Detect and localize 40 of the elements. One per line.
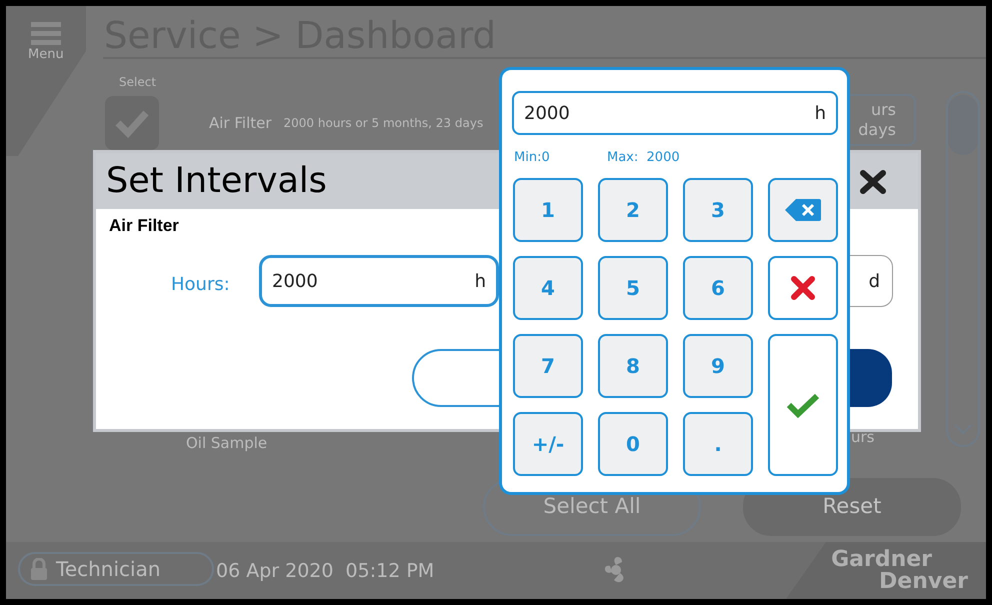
menu-label: Menu [28,48,64,61]
select-checkbox[interactable] [105,96,159,150]
row-interval: 2000 hours or 5 months, 23 days [284,115,484,132]
key[interactable]: 5 [598,256,668,320]
key[interactable]: . [683,412,753,476]
clear-key[interactable] [768,256,838,320]
checkmark-icon [114,108,150,138]
brand-logo-text: Denver [879,571,968,593]
item-name: Air Filter [109,215,179,237]
key[interactable]: 9 [683,334,753,398]
min-label: Min:0 [514,149,550,167]
key[interactable]: 8 [598,334,668,398]
menu-icon[interactable] [30,22,61,46]
user-button[interactable]: Technician [18,552,214,586]
brand-logo-text: Gardner [831,549,933,571]
enter-key[interactable] [768,334,838,476]
column-header: Select [119,74,156,91]
lock-icon [30,558,48,580]
dialog-title: Set Intervals [106,160,327,203]
field-label: Hours: [171,273,230,297]
backspace-icon [784,198,822,222]
row-name: Oil Sample [186,433,268,454]
row-edit-text: urs [851,427,874,448]
max-label: Max: 2000 [607,149,680,167]
key[interactable]: 2 [598,178,668,242]
checkmark-icon [786,392,820,418]
key[interactable]: 4 [513,256,583,320]
key[interactable]: 3 [683,178,753,242]
key[interactable]: 0 [598,412,668,476]
hours-field[interactable]: 2000 h [259,255,499,307]
backspace-key[interactable] [768,178,838,242]
row-name: Air Filter [209,112,272,134]
close-icon [790,275,816,301]
date-time: 06 Apr 2020 05:12 PM [216,559,434,584]
key[interactable]: 6 [683,256,753,320]
key[interactable]: +/- [513,412,583,476]
close-icon[interactable] [860,170,886,194]
key[interactable]: 7 [513,334,583,398]
keypad-field[interactable]: 2000 h [512,91,838,135]
key[interactable]: 1 [513,178,583,242]
